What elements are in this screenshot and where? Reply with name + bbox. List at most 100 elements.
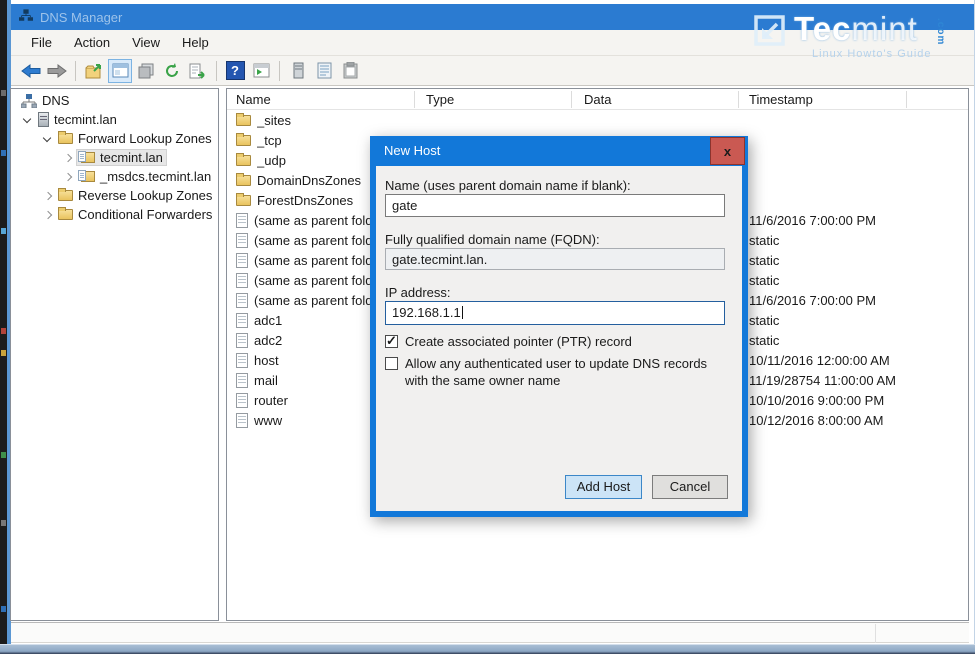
chevron-right-icon[interactable] xyxy=(59,167,76,186)
tree-item-dns[interactable]: DNS xyxy=(11,91,218,110)
folder-icon xyxy=(58,133,73,144)
column-divider[interactable] xyxy=(414,91,415,108)
folder-icon xyxy=(58,190,73,201)
status-bar xyxy=(11,622,969,643)
toolbar-console-window-button[interactable] xyxy=(108,59,132,83)
toolbar-separator xyxy=(216,61,217,81)
taskbar-strip xyxy=(0,644,975,654)
cancel-button[interactable]: Cancel xyxy=(652,475,728,499)
export-list-icon xyxy=(189,63,208,79)
console-tree-panel: DNS tecmint.lanForward Lookup Zonestecmin… xyxy=(10,88,219,621)
menu-file[interactable]: File xyxy=(20,32,63,53)
tecmint-logo-icon xyxy=(752,13,788,52)
list-header: Name Type Data Timestamp xyxy=(227,89,968,110)
toolbar-record-list-button[interactable] xyxy=(312,59,336,83)
refresh-icon xyxy=(164,63,180,79)
tecmint-wordmark: Tecmint xyxy=(794,10,918,48)
record-icon xyxy=(236,293,248,308)
toolbar-server-button[interactable] xyxy=(286,59,310,83)
column-header-timestamp[interactable]: Timestamp xyxy=(749,92,813,107)
show-window-icon xyxy=(253,63,270,78)
column-header-data[interactable]: Data xyxy=(584,92,611,107)
zone-icon xyxy=(78,170,95,183)
tree-item-content: Reverse Lookup Zones xyxy=(56,187,216,204)
menu-view[interactable]: View xyxy=(121,32,171,53)
toolbar-forward-arrow-button[interactable] xyxy=(45,59,69,83)
toolbar-back-arrow-button[interactable] xyxy=(19,59,43,83)
zone-icon xyxy=(78,151,95,164)
toolbar-show-window-button[interactable] xyxy=(249,59,273,83)
tree-item--msdcs-tecmint-lan[interactable]: _msdcs.tecmint.lan xyxy=(11,167,218,186)
authenticated-update-checkbox[interactable] xyxy=(385,357,398,370)
chevron-right-icon[interactable] xyxy=(39,186,56,205)
fqdn-field: gate.tecmint.lan. xyxy=(385,248,725,270)
column-header-type[interactable]: Type xyxy=(426,92,454,107)
tree-item-content: tecmint.lan xyxy=(36,111,121,128)
record-icon xyxy=(236,313,248,328)
tree-item-content: Conditional Forwarders xyxy=(56,206,216,223)
screen: DNS Manager FileActionViewHelp ? DNS tecm… xyxy=(0,0,975,654)
chevron-right-icon[interactable] xyxy=(59,148,76,167)
help-icon: ? xyxy=(226,61,245,80)
authenticated-update-label: Allow any authenticated user to update D… xyxy=(405,356,727,390)
folder-icon xyxy=(58,209,73,220)
dns-root-icon xyxy=(21,94,37,108)
record-name: _sites xyxy=(257,113,415,128)
record-icon xyxy=(236,253,248,268)
tree-item-tecmint-lan[interactable]: tecmint.lan xyxy=(11,110,218,129)
record-icon xyxy=(236,333,248,348)
column-divider[interactable] xyxy=(906,91,907,108)
tree-item-label: DNS xyxy=(42,93,69,108)
record-icon xyxy=(236,373,248,388)
host-name-input[interactable] xyxy=(385,194,725,217)
menu-help[interactable]: Help xyxy=(171,32,220,53)
tree-item-conditional-forwarders[interactable]: Conditional Forwarders xyxy=(11,205,218,224)
record-timestamp: static xyxy=(749,273,779,288)
new-host-dialog: New Host x Name (uses parent domain name… xyxy=(370,136,748,517)
column-divider[interactable] xyxy=(738,91,739,108)
record-icon xyxy=(236,213,248,228)
tree-selection: tecmint.lan xyxy=(76,149,167,166)
dialog-title: New Host xyxy=(384,136,440,166)
menu-action[interactable]: Action xyxy=(63,32,121,53)
column-header-name[interactable]: Name xyxy=(236,92,271,107)
record-timestamp: static xyxy=(749,253,779,268)
toolbar-properties-button[interactable] xyxy=(134,59,158,83)
toolbar-open-zone-button[interactable] xyxy=(82,59,106,83)
window-title: DNS Manager xyxy=(40,10,122,25)
toolbar-clipboard-button[interactable] xyxy=(338,59,362,83)
console-window-icon xyxy=(112,63,129,78)
record-timestamp: 11/6/2016 7:00:00 PM xyxy=(749,293,876,308)
host-name-label: Name (uses parent domain name if blank): xyxy=(385,178,631,193)
forward-arrow-icon xyxy=(47,64,67,78)
record-timestamp: static xyxy=(749,313,779,328)
fqdn-label: Fully qualified domain name (FQDN): xyxy=(385,232,600,247)
close-icon[interactable]: x xyxy=(710,137,745,165)
tree-item-content: _msdcs.tecmint.lan xyxy=(76,168,215,185)
chevron-down-icon[interactable] xyxy=(19,110,36,129)
record-icon xyxy=(236,233,248,248)
server-icon xyxy=(293,62,304,79)
tree-item-label: Reverse Lookup Zones xyxy=(78,188,212,203)
tree-item-tecmint-lan[interactable]: tecmint.lan xyxy=(11,148,218,167)
tree-item-forward-lookup-zones[interactable]: Forward Lookup Zones xyxy=(11,129,218,148)
ptr-checkbox[interactable] xyxy=(385,335,398,348)
folder-icon xyxy=(236,115,251,126)
table-row[interactable]: _sites xyxy=(227,110,968,130)
folder-icon xyxy=(236,195,251,206)
chevron-right-icon[interactable] xyxy=(39,205,56,224)
toolbar-separator xyxy=(279,61,280,81)
ip-address-input[interactable]: 192.168.1.1 xyxy=(385,301,725,325)
toolbar-help-button[interactable]: ? xyxy=(223,59,247,83)
record-icon xyxy=(236,353,248,368)
open-zone-icon xyxy=(85,62,104,79)
toolbar-refresh-button[interactable] xyxy=(160,59,184,83)
dialog-body: Name (uses parent domain name if blank):… xyxy=(376,166,742,511)
tecmint-com-suffix: .com xyxy=(935,18,946,45)
column-divider[interactable] xyxy=(571,91,572,108)
chevron-down-icon[interactable] xyxy=(39,129,56,148)
tree-item-reverse-lookup-zones[interactable]: Reverse Lookup Zones xyxy=(11,186,218,205)
tecmint-tagline: Linux Howto's Guide xyxy=(812,48,932,60)
toolbar-export-list-button[interactable] xyxy=(186,59,210,83)
add-host-button[interactable]: Add Host xyxy=(565,475,642,499)
